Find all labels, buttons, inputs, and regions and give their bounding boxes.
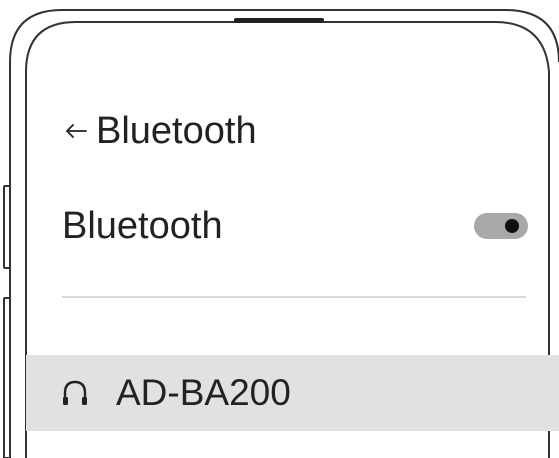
device-item[interactable]: AD-BA200 bbox=[26, 355, 559, 431]
app-header: Bluetooth bbox=[62, 108, 257, 154]
headphones-icon bbox=[60, 377, 90, 409]
bluetooth-setting-row: Bluetooth bbox=[62, 200, 528, 252]
toggle-knob bbox=[505, 219, 519, 233]
divider bbox=[62, 296, 526, 298]
back-button[interactable] bbox=[62, 111, 90, 151]
page-title: Bluetooth bbox=[96, 109, 257, 152]
arrow-left-icon bbox=[66, 124, 87, 138]
device-name: AD-BA200 bbox=[116, 372, 291, 413]
bluetooth-toggle[interactable] bbox=[474, 213, 528, 239]
bluetooth-setting-label: Bluetooth bbox=[62, 204, 223, 247]
screen: Bluetooth Bluetooth AD-BA200 bbox=[0, 0, 559, 458]
